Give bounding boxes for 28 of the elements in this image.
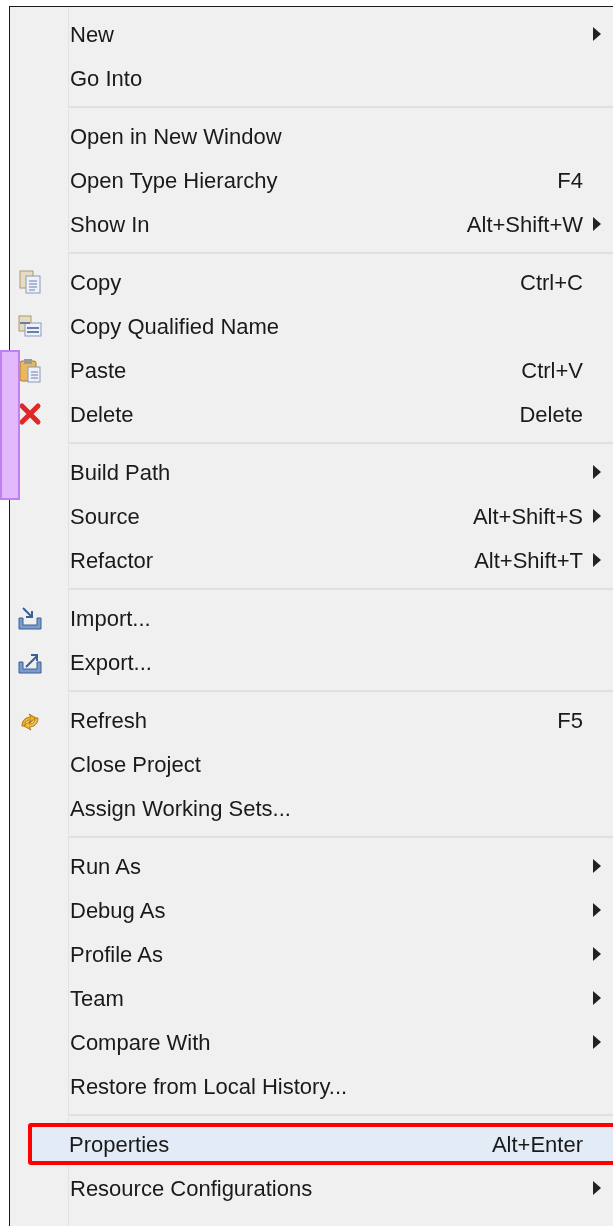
menu-item[interactable]: Copy Ctrl+C <box>69 260 583 304</box>
menu-item[interactable]: Run As <box>69 844 583 888</box>
menu-item[interactable]: Compare With <box>69 1020 583 1064</box>
menu-item[interactable]: New <box>69 12 583 56</box>
menu-item[interactable]: Import... <box>69 596 583 640</box>
menu-item[interactable]: Profile As <box>69 932 583 976</box>
menu-item[interactable]: Assign Working Sets... <box>69 786 583 830</box>
copy-icon <box>16 268 44 296</box>
menu-item[interactable]: Build Path <box>69 450 583 494</box>
menu-item[interactable]: Resource Configurations <box>69 1166 583 1210</box>
menu-item[interactable]: Open Type Hierarchy F4 <box>69 158 583 202</box>
menu-item[interactable]: Go Into <box>69 56 583 100</box>
menu-item[interactable]: Open in New Window <box>69 114 583 158</box>
menu-item[interactable]: Properties Alt+Enter <box>28 1123 613 1165</box>
menu-item[interactable]: Restore from Local History... <box>69 1064 583 1108</box>
menu-item[interactable]: Show In Alt+Shift+W <box>69 202 583 246</box>
import-icon <box>16 604 44 632</box>
menu-item[interactable]: Refresh F5 <box>69 698 583 742</box>
menu-item[interactable]: Debug As <box>69 888 583 932</box>
menu-item[interactable]: Delete Delete <box>69 392 583 436</box>
menu-item[interactable]: Refactor Alt+Shift+T <box>69 538 583 582</box>
menu-item[interactable]: Team <box>69 976 583 1020</box>
menu-item[interactable]: Close Project <box>69 742 583 786</box>
menu-item[interactable]: Export... <box>69 640 583 684</box>
menu-item[interactable]: Copy Qualified Name <box>69 304 583 348</box>
menu-item[interactable]: Source Alt+Shift+S <box>69 494 583 538</box>
menu-item[interactable]: Paste Ctrl+V <box>69 348 583 392</box>
copy-icon <box>16 312 44 340</box>
